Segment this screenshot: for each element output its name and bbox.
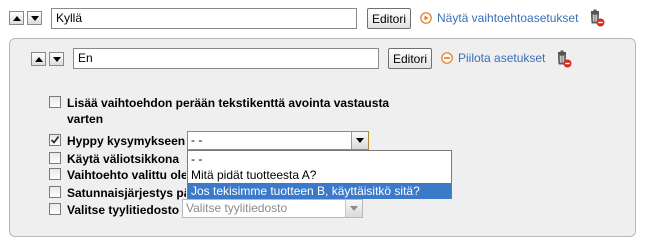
jump-question-select[interactable]: - - <box>187 131 369 150</box>
chevron-down-icon <box>345 200 362 217</box>
open-answer-label-line2: varten <box>67 112 104 126</box>
default-selected-checkbox[interactable] <box>49 168 61 180</box>
default-selected-label: Vaihtoehto valittu ole <box>67 168 186 182</box>
jump-to-question-label: Hyppy kysymykseen <box>67 134 186 148</box>
show-options-link[interactable]: Näytä vaihtoehtoasetukset <box>420 9 578 27</box>
move-up-button[interactable] <box>9 11 24 25</box>
hide-settings-link[interactable]: Piilota asetukset <box>441 49 545 67</box>
random-order-label: Satunnaisjärjestys pä <box>67 186 186 200</box>
panel-delete-button[interactable] <box>556 50 572 68</box>
panel-editor-button[interactable]: Editori <box>388 48 432 69</box>
orange-circle-minus-icon <box>441 52 453 64</box>
hide-settings-label: Piilota asetukset <box>458 51 546 65</box>
panel-move-up-button[interactable] <box>31 52 46 66</box>
editor-button[interactable]: Editori <box>367 8 411 29</box>
jump-question-value: - - <box>191 133 203 147</box>
show-options-label: Näytä vaihtoehtoasetukset <box>437 11 579 25</box>
open-answer-label: Lisää vaihtoehdon perään tekstikenttä av… <box>67 95 389 127</box>
arrow-down-icon <box>30 15 39 21</box>
random-order-checkbox[interactable] <box>49 186 61 198</box>
jump-question-dropdown-list: - - Mitä pidät tuotteesta A? Jos tekisim… <box>187 150 452 199</box>
delete-answer-button[interactable] <box>589 9 605 27</box>
panel-move-down-button[interactable] <box>49 52 64 66</box>
move-down-button[interactable] <box>27 11 42 25</box>
dropdown-option[interactable]: Mitä pidät tuotteesta A? <box>188 167 451 183</box>
trash-delete-icon <box>591 9 605 27</box>
stylesheet-select[interactable]: Valitse tyylitiedosto <box>182 199 363 218</box>
answer-input-no[interactable]: En <box>73 48 379 69</box>
subheading-label: Käytä väliotsikkona <box>67 152 180 166</box>
stylesheet-placeholder: Valitse tyylitiedosto <box>186 201 288 215</box>
subheading-checkbox[interactable] <box>49 152 61 164</box>
checkmark-icon <box>50 136 60 144</box>
chevron-down-icon <box>351 132 368 149</box>
arrow-up-icon <box>34 56 43 62</box>
open-answer-label-line1: Lisää vaihtoehdon perään tekstikenttä av… <box>67 96 390 110</box>
open-answer-checkbox[interactable] <box>49 96 61 108</box>
stylesheet-label: Valitse tyylitiedosto <box>67 203 180 217</box>
arrow-down-icon <box>52 56 61 62</box>
arrow-up-icon <box>12 15 21 21</box>
trash-delete-icon <box>558 50 572 68</box>
jump-to-question-checkbox[interactable] <box>49 134 61 146</box>
answer-input-yes[interactable]: Kyllä <box>51 8 357 29</box>
orange-circle-arrow-icon <box>420 12 432 24</box>
dropdown-option-highlighted[interactable]: Jos tekisimme tuotteen B, käyttäisitkö s… <box>188 183 451 199</box>
stylesheet-checkbox[interactable] <box>49 203 61 215</box>
dropdown-option[interactable]: - - <box>188 151 451 167</box>
